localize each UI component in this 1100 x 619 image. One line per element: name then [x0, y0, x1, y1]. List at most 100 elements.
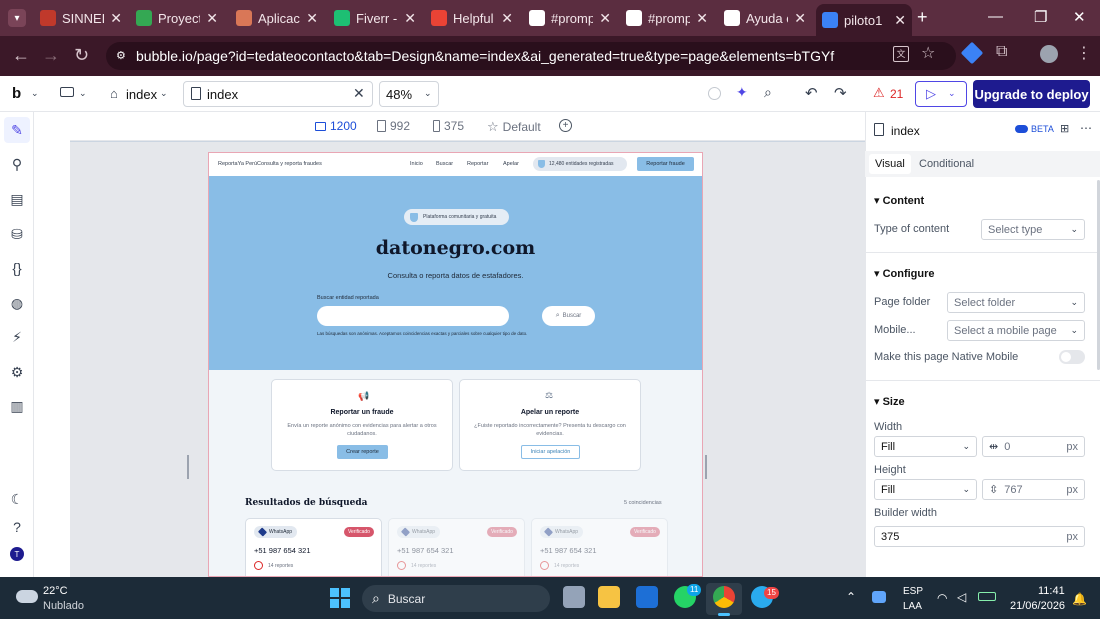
outlook-icon[interactable] — [636, 586, 658, 608]
user-avatar[interactable]: T — [10, 547, 24, 561]
preview-run-button[interactable] — [915, 81, 967, 107]
page-folder-select[interactable]: Select folder ⌄ — [947, 292, 1085, 313]
check-status-icon[interactable] — [708, 87, 721, 100]
browser-tab[interactable]: piloto1 ✕ — [816, 4, 912, 36]
settings-gear-icon[interactable]: ⚙ — [9, 364, 25, 380]
magic-wand-icon[interactable]: ✦ — [736, 84, 748, 101]
forward-button[interactable]: → — [42, 45, 60, 66]
weather-temp[interactable]: 22°C — [43, 585, 68, 597]
dark-mode-moon-icon[interactable]: ☾ — [9, 491, 25, 507]
puzzle-extensions-icon[interactable]: ⧉ — [996, 43, 1007, 61]
width-input[interactable]: ⇹ 0 px — [982, 436, 1085, 457]
add-breakpoint-icon[interactable]: + — [559, 119, 572, 132]
wifi-icon[interactable]: ◠ — [937, 591, 947, 605]
help-icon[interactable]: ? — [9, 519, 25, 535]
minimize-button[interactable]: — — [988, 8, 1003, 25]
styles-icon[interactable]: ▤ — [9, 191, 25, 207]
home-icon[interactable]: ⌂ — [110, 86, 118, 101]
plugin-icon[interactable]: ⚡ — [9, 329, 25, 345]
language-code[interactable]: ESP — [903, 586, 923, 597]
device-chevron-icon[interactable]: ⌄ — [79, 88, 87, 99]
mobile-page-select[interactable]: Select a mobile page ⌄ — [947, 320, 1085, 341]
content-section-header[interactable]: ▾ Content — [874, 194, 924, 207]
height-input[interactable]: ⇳ 767 px — [982, 479, 1085, 500]
cloud-weather-icon[interactable] — [16, 590, 38, 603]
breakpoint-tablet[interactable]: 992 — [377, 119, 410, 133]
more-options-icon[interactable]: ⋯ — [1080, 121, 1092, 135]
back-button[interactable]: ← — [12, 45, 30, 66]
breakpoint-phone[interactable]: 375 — [433, 119, 464, 133]
file-explorer-icon[interactable] — [598, 586, 620, 608]
preview-nav-link[interactable]: Inicio — [410, 161, 423, 167]
browser-tab[interactable]: #promp ✕ — [523, 4, 617, 32]
warning-icon[interactable]: ⚠ — [873, 85, 885, 101]
preview-nav-link[interactable]: Apelar — [503, 161, 519, 167]
browser-tab[interactable]: Fiverr - ✕ — [328, 4, 422, 32]
breakpoint-desktop[interactable]: 1200 — [315, 119, 357, 133]
browser-tab[interactable]: Proyecto ✕ — [130, 4, 224, 32]
page-chevron-icon[interactable]: ⌄ — [160, 88, 168, 99]
clear-page-icon[interactable]: ✕ — [353, 85, 365, 102]
builder-width-input[interactable]: 375 px — [874, 526, 1085, 547]
site-info-icon[interactable]: ⚙ — [116, 49, 130, 63]
close-tab-icon[interactable]: ✕ — [110, 10, 122, 27]
browser-tab[interactable]: Helpful ✕ — [425, 4, 519, 32]
preview-navbar[interactable]: ReportaYa PerúConsulta y reporta fraudes… — [209, 153, 702, 176]
result-card[interactable]: WhatsApp Verificado +51 987 654 321 14 r… — [531, 518, 668, 576]
profile-avatar[interactable] — [1040, 45, 1058, 63]
resize-handle-left[interactable] — [187, 455, 189, 479]
browser-tab[interactable]: SINNER ✕ — [34, 4, 128, 32]
preview-nav-link[interactable]: Reportar — [467, 161, 488, 167]
configure-section-header[interactable]: ▾ Configure — [874, 267, 935, 280]
globe-icon[interactable]: ◍ — [9, 295, 25, 311]
logo-chevron-icon[interactable]: ⌄ — [31, 88, 39, 99]
close-tab-icon[interactable]: ✕ — [501, 10, 513, 27]
tray-app-icon[interactable] — [872, 591, 886, 603]
restore-button[interactable]: ❐ — [1034, 8, 1047, 26]
bubble-logo[interactable]: b — [12, 85, 21, 102]
close-tab-icon[interactable]: ✕ — [794, 10, 806, 27]
logs-chart-icon[interactable]: ▥ — [9, 398, 25, 414]
browser-tab[interactable]: Ayuda c ✕ — [718, 4, 812, 32]
clock-time[interactable]: 11:41 — [1038, 585, 1065, 597]
result-card[interactable]: WhatsApp Verificado +51 987 654 321 14 r… — [245, 518, 382, 576]
page-preview[interactable]: ReportaYa PerúConsulta y reporta fraudes… — [208, 152, 703, 577]
height-mode-select[interactable]: Fill ⌄ — [874, 479, 977, 500]
close-tab-icon[interactable]: ✕ — [306, 10, 318, 27]
preview-nav-link[interactable]: Buscar — [436, 161, 453, 167]
preview-brand[interactable]: ReportaYa PerúConsulta y reporta fraudes — [218, 161, 322, 167]
undo-icon[interactable]: ↶ — [805, 84, 818, 102]
upgrade-deploy-button[interactable]: Upgrade to deploy — [973, 80, 1090, 108]
run-chevron-icon[interactable]: ⌄ — [948, 88, 956, 99]
redo-icon[interactable]: ↷ — [834, 84, 847, 102]
browser-tab[interactable]: Aplicacio ✕ — [230, 4, 324, 32]
chrome-icon[interactable] — [713, 586, 735, 608]
close-tab-icon[interactable]: ✕ — [404, 10, 416, 27]
url-bar[interactable]: ⚙ bubble.io/page?id=tedateocontacto&tab=… — [106, 42, 956, 70]
breakpoint-default[interactable]: ☆ Default — [487, 119, 541, 135]
beta-toggle[interactable]: BETA — [1015, 124, 1054, 134]
page-name[interactable]: index — [126, 87, 157, 102]
preview-search-button[interactable]: ⌕ Buscar — [542, 306, 595, 326]
preview-search-input[interactable] — [317, 306, 509, 326]
taskbar-search[interactable]: ⌕ Buscar — [362, 585, 550, 612]
reload-button[interactable]: ↻ — [74, 45, 89, 66]
type-of-content-select[interactable]: Select type ⌄ — [981, 219, 1085, 240]
translate-icon[interactable]: 文 — [893, 46, 909, 62]
size-section-header[interactable]: ▾ Size — [874, 395, 905, 408]
close-tab-icon[interactable]: ✕ — [206, 10, 218, 27]
workflow-icon[interactable]: ⚲ — [9, 156, 25, 172]
device-preview-icon[interactable] — [60, 87, 74, 97]
native-mobile-toggle[interactable] — [1059, 350, 1085, 364]
browser-tab[interactable]: #promp ✕ — [620, 4, 714, 32]
battery-icon[interactable] — [978, 592, 996, 601]
volume-icon[interactable]: ◁ — [957, 590, 966, 604]
result-card[interactable]: WhatsApp Verificado +51 987 654 321 14 r… — [388, 518, 525, 576]
resize-handle-right[interactable] — [705, 455, 707, 479]
notification-bell-icon[interactable]: 🔔 — [1072, 592, 1087, 606]
width-mode-select[interactable]: Fill ⌄ — [874, 436, 977, 457]
close-tab-icon[interactable]: ✕ — [599, 10, 611, 27]
close-tab-icon[interactable]: ✕ — [696, 10, 708, 27]
element-tree-icon[interactable]: ⊞ — [1060, 122, 1069, 135]
tray-chevron-icon[interactable]: ⌃ — [846, 590, 856, 604]
